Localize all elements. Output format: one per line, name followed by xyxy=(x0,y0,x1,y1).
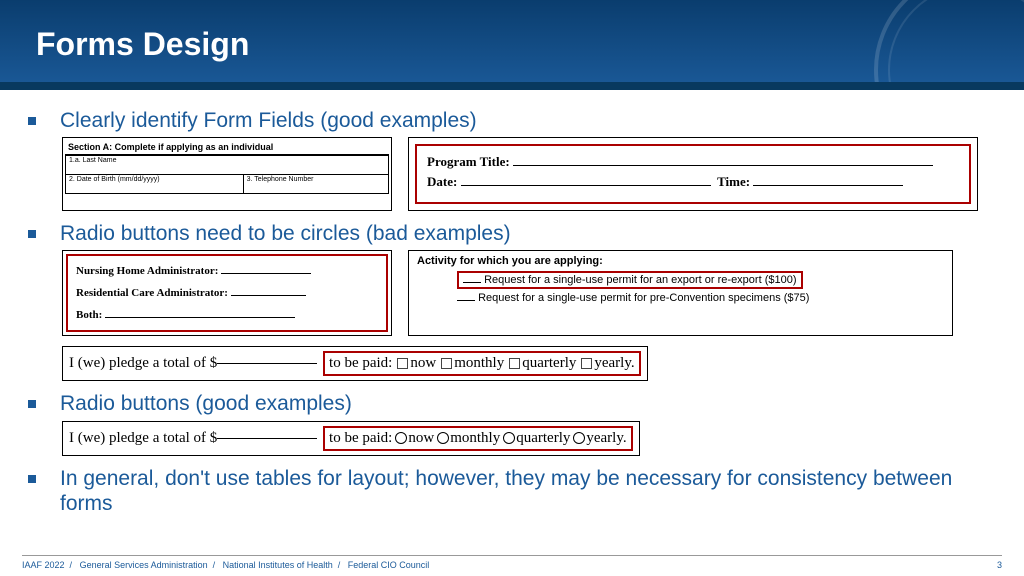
seal-decoration xyxy=(874,0,1024,90)
nursing-example: Nursing Home Administrator: Residential … xyxy=(62,250,392,336)
radio-icon xyxy=(437,432,449,444)
pledge-good-example: I (we) pledge a total of $ to be paid: n… xyxy=(62,421,640,456)
radio-icon xyxy=(503,432,515,444)
bullet-1: Clearly identify Form Fields (good examp… xyxy=(28,108,996,133)
bullet-icon xyxy=(28,230,36,238)
bullet-icon xyxy=(28,400,36,408)
program-example: Program Title: Date: Time: xyxy=(408,137,978,211)
example-row-1: Section A: Complete if applying as an in… xyxy=(62,137,996,211)
content-area: Clearly identify Form Fields (good examp… xyxy=(0,90,1024,516)
checkbox-icon xyxy=(509,358,520,369)
checkbox-icon xyxy=(397,358,408,369)
section-a-example: Section A: Complete if applying as an in… xyxy=(62,137,392,211)
pledge-bad-example: I (we) pledge a total of $ to be paid: n… xyxy=(62,346,648,381)
activity-option-2: Request for a single-use permit for pre-… xyxy=(457,292,944,304)
date-time-line: Date: Time: xyxy=(427,174,959,190)
field-last-name: 1.a. Last Name xyxy=(66,156,389,175)
bullet-text: Clearly identify Form Fields (good examp… xyxy=(60,108,477,133)
bullet-text: Radio buttons (good examples) xyxy=(60,391,352,416)
footer: IAAF 2022/ General Services Administrati… xyxy=(22,555,1002,570)
nurse-line-3: Both: xyxy=(76,304,378,326)
field-dob: 2. Date of Birth (mm/dd/yyyy) xyxy=(66,175,244,194)
footer-credits: IAAF 2022/ General Services Administrati… xyxy=(22,560,429,570)
nurse-line-2: Residential Care Administrator: xyxy=(76,282,378,304)
bullet-icon xyxy=(28,475,36,483)
section-a-title: Section A: Complete if applying as an in… xyxy=(65,140,389,155)
bullet-4: In general, don't use tables for layout;… xyxy=(28,466,996,516)
activity-option-1: Request for a single-use permit for an e… xyxy=(457,271,944,289)
activity-title: Activity for which you are applying: xyxy=(417,255,944,267)
example-row-3: I (we) pledge a total of $ to be paid: n… xyxy=(62,346,996,381)
checkbox-icon xyxy=(441,358,452,369)
program-title-line: Program Title: xyxy=(427,154,959,170)
bullet-2: Radio buttons need to be circles (bad ex… xyxy=(28,221,996,246)
radio-icon xyxy=(395,432,407,444)
header-underline xyxy=(0,82,1024,90)
nurse-line-1: Nursing Home Administrator: xyxy=(76,260,378,282)
bullet-text: Radio buttons need to be circles (bad ex… xyxy=(60,221,511,246)
radio-icon xyxy=(573,432,585,444)
bullet-3: Radio buttons (good examples) xyxy=(28,391,996,416)
field-phone: 3. Telephone Number xyxy=(243,175,388,194)
page-title: Forms Design xyxy=(0,0,1024,63)
bullet-text: In general, don't use tables for layout;… xyxy=(60,466,996,516)
checkbox-icon xyxy=(581,358,592,369)
bullet-icon xyxy=(28,117,36,125)
activity-example: Activity for which you are applying: Req… xyxy=(408,250,953,336)
example-row-4: I (we) pledge a total of $ to be paid: n… xyxy=(62,421,996,456)
example-row-2: Nursing Home Administrator: Residential … xyxy=(62,250,996,336)
page-number: 3 xyxy=(997,560,1002,570)
slide-header: Forms Design xyxy=(0,0,1024,90)
